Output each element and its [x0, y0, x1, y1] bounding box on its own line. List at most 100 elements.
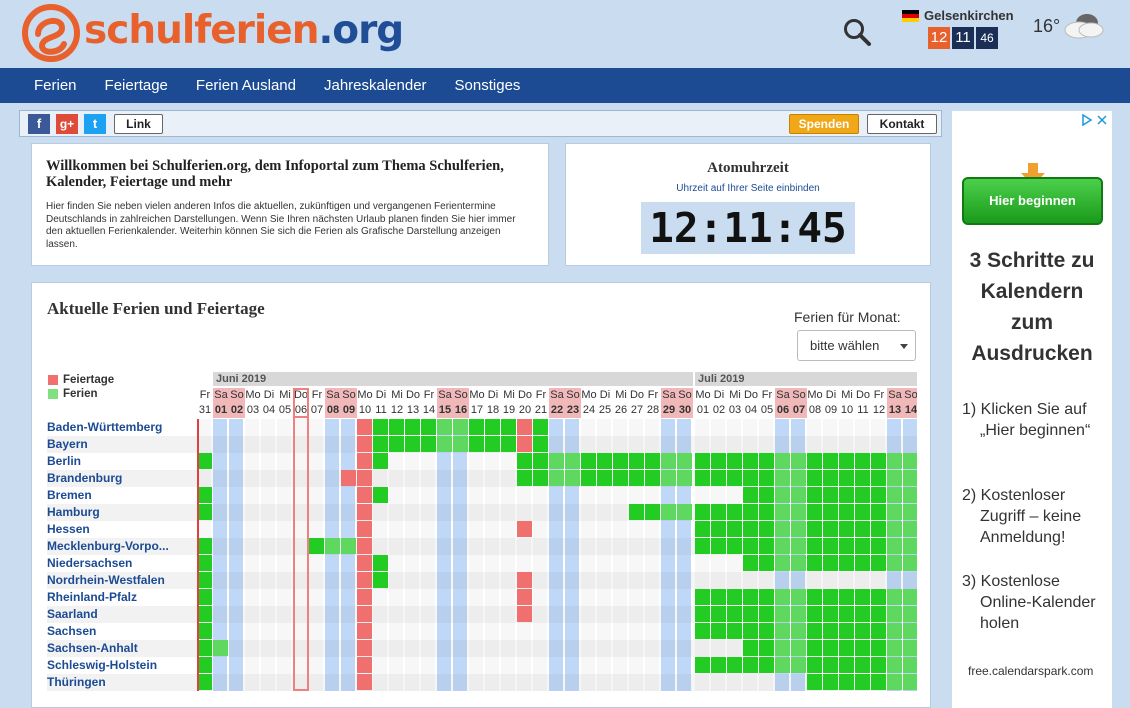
ferien-cell[interactable] [855, 640, 870, 656]
ferien-cell[interactable] [839, 589, 854, 605]
embed-clock-link[interactable]: Uhrzeit auf Ihrer Seite einbinden [566, 183, 930, 194]
ferien-cell[interactable] [903, 504, 917, 520]
ferien-cell[interactable] [775, 640, 790, 656]
ferien-cell[interactable] [759, 453, 774, 469]
feiertag-cell[interactable] [517, 589, 532, 605]
ferien-cell[interactable] [887, 453, 902, 469]
ferien-cell[interactable] [197, 623, 212, 639]
ferien-cell[interactable] [743, 589, 758, 605]
feiertag-cell[interactable] [357, 623, 372, 639]
ferien-cell[interactable] [711, 657, 726, 673]
ferien-cell[interactable] [661, 453, 676, 469]
ferien-cell[interactable] [453, 419, 468, 435]
ferien-cell[interactable] [197, 487, 212, 503]
ferien-cell[interactable] [871, 470, 886, 486]
ferien-cell[interactable] [645, 470, 660, 486]
ferien-cell[interactable] [711, 504, 726, 520]
ferien-cell[interactable] [485, 436, 500, 452]
ferien-cell[interactable] [839, 487, 854, 503]
ferien-cell[interactable] [775, 538, 790, 554]
ferien-cell[interactable] [839, 606, 854, 622]
feiertag-cell[interactable] [357, 674, 372, 690]
ferien-cell[interactable] [855, 521, 870, 537]
state-label[interactable]: Sachsen-Anhalt [47, 640, 197, 657]
feiertag-cell[interactable] [357, 555, 372, 571]
state-label[interactable]: Nordrhein-Westfalen [47, 572, 197, 589]
ferien-cell[interactable] [903, 470, 917, 486]
ferien-cell[interactable] [855, 487, 870, 503]
ferien-cell[interactable] [517, 453, 532, 469]
ferien-cell[interactable] [711, 453, 726, 469]
ferien-cell[interactable] [629, 470, 644, 486]
ferien-cell[interactable] [791, 521, 806, 537]
ferien-cell[interactable] [823, 521, 838, 537]
ferien-cell[interactable] [759, 470, 774, 486]
ferien-cell[interactable] [855, 589, 870, 605]
ferien-cell[interactable] [775, 453, 790, 469]
state-label[interactable]: Sachsen [47, 623, 197, 640]
state-label[interactable]: Brandenburg [47, 470, 197, 487]
ferien-cell[interactable] [421, 419, 436, 435]
ferien-cell[interactable] [871, 453, 886, 469]
ferien-cell[interactable] [517, 470, 532, 486]
ferien-cell[interactable] [759, 521, 774, 537]
ferien-cell[interactable] [197, 589, 212, 605]
ferien-cell[interactable] [807, 470, 822, 486]
state-label[interactable]: Schleswig-Holstein [47, 657, 197, 674]
ferien-cell[interactable] [743, 657, 758, 673]
ferien-cell[interactable] [197, 640, 212, 656]
kontakt-button[interactable]: Kontakt [867, 114, 937, 134]
ferien-cell[interactable] [903, 521, 917, 537]
ferien-cell[interactable] [549, 453, 564, 469]
facebook-icon[interactable]: f [28, 114, 50, 134]
nav-sonstiges[interactable]: Sonstiges [441, 68, 535, 103]
ferien-cell[interactable] [775, 623, 790, 639]
feiertag-cell[interactable] [357, 640, 372, 656]
ferien-cell[interactable] [759, 589, 774, 605]
ferien-cell[interactable] [887, 623, 902, 639]
ferien-cell[interactable] [807, 504, 822, 520]
ferien-cell[interactable] [727, 453, 742, 469]
ferien-cell[interactable] [695, 453, 710, 469]
ferien-cell[interactable] [197, 606, 212, 622]
ferien-cell[interactable] [695, 538, 710, 554]
ferien-cell[interactable] [711, 538, 726, 554]
ferien-cell[interactable] [887, 657, 902, 673]
ferien-cell[interactable] [197, 504, 212, 520]
ferien-cell[interactable] [871, 623, 886, 639]
ferien-cell[interactable] [373, 572, 388, 588]
feiertag-cell[interactable] [357, 453, 372, 469]
ferien-cell[interactable] [791, 657, 806, 673]
ferien-cell[interactable] [807, 538, 822, 554]
ferien-cell[interactable] [727, 521, 742, 537]
ferien-cell[interactable] [677, 453, 692, 469]
ferien-cell[interactable] [823, 640, 838, 656]
ferien-cell[interactable] [871, 487, 886, 503]
ferien-cell[interactable] [839, 538, 854, 554]
ferien-cell[interactable] [855, 504, 870, 520]
ferien-cell[interactable] [645, 453, 660, 469]
ferien-cell[interactable] [871, 555, 886, 571]
ferien-cell[interactable] [903, 674, 917, 690]
state-label[interactable]: Rheinland-Pfalz [47, 589, 197, 606]
ferien-cell[interactable] [469, 419, 484, 435]
ferien-cell[interactable] [759, 555, 774, 571]
ferien-cell[interactable] [871, 640, 886, 656]
ferien-cell[interactable] [197, 657, 212, 673]
ferien-cell[interactable] [197, 572, 212, 588]
ferien-cell[interactable] [791, 504, 806, 520]
ferien-cell[interactable] [453, 436, 468, 452]
search-icon[interactable] [842, 17, 872, 47]
ferien-cell[interactable] [759, 504, 774, 520]
ferien-cell[interactable] [807, 640, 822, 656]
ferien-cell[interactable] [807, 453, 822, 469]
ferien-cell[interactable] [775, 555, 790, 571]
ferien-cell[interactable] [791, 470, 806, 486]
ferien-cell[interactable] [711, 623, 726, 639]
ferien-cell[interactable] [727, 538, 742, 554]
ferien-cell[interactable] [823, 504, 838, 520]
ferien-cell[interactable] [903, 589, 917, 605]
ferien-cell[interactable] [807, 606, 822, 622]
state-label[interactable]: Baden-Württemberg [47, 419, 197, 436]
feiertag-cell[interactable] [357, 419, 372, 435]
